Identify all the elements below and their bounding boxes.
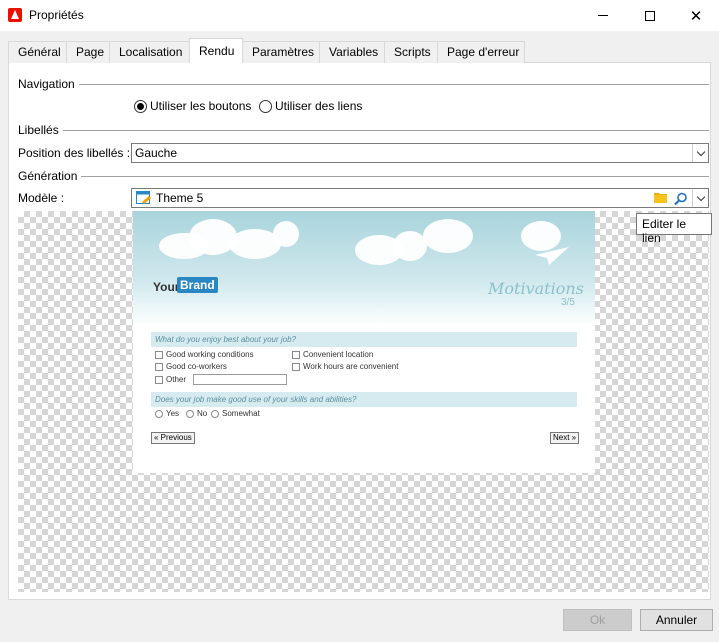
tab-rendu[interactable]: Rendu: [189, 38, 243, 63]
label-position-select[interactable]: Gauche: [131, 143, 709, 163]
tab-localisation[interactable]: Localisation: [109, 41, 190, 63]
radio-somewhat: Somewhat: [211, 409, 260, 418]
model-dropdown-button[interactable]: [692, 189, 708, 207]
checkbox-icon: [155, 350, 163, 359]
minimize-button[interactable]: [580, 0, 626, 31]
choice-label: Good co-workers: [166, 362, 227, 371]
radio-unselected-icon: [259, 99, 272, 113]
choice-label: Work hours are convenient: [303, 362, 399, 371]
radio-icon: [186, 409, 194, 418]
theme-icon: [136, 191, 151, 204]
maximize-button[interactable]: [627, 0, 673, 31]
maximize-icon: [645, 10, 655, 21]
label-position-dropdown-button[interactable]: [692, 144, 708, 162]
radio-icon: [211, 409, 219, 418]
checkbox-good-working-conditions: Good working conditions: [155, 350, 254, 359]
paper-plane-icon: [535, 247, 569, 265]
other-text-input: [193, 374, 288, 385]
question-1: What do you enjoy best about your job?: [151, 332, 577, 347]
minimize-icon: [598, 15, 608, 16]
search-icon[interactable]: [674, 192, 688, 206]
checkbox-work-hours: Work hours are convenient: [292, 362, 398, 371]
choice-label: No: [197, 409, 208, 418]
checkbox-icon: [155, 375, 163, 384]
label-position-value: Gauche: [135, 146, 178, 160]
chevron-down-icon: [696, 147, 705, 156]
navigation-divider: [18, 84, 709, 85]
choice-label: Yes: [166, 409, 180, 418]
tab-scripts[interactable]: Scripts: [384, 41, 438, 63]
generation-divider: [18, 176, 709, 177]
checkbox-convenient-location: Convenient location: [292, 350, 373, 359]
close-icon: ✕: [689, 7, 703, 25]
model-combobox[interactable]: Theme 5: [131, 188, 709, 208]
adobe-app-icon: [8, 8, 22, 22]
model-label: Modèle :: [18, 191, 65, 205]
question-2: Does your job make good use of your skil…: [151, 392, 577, 407]
tab-page-erreur[interactable]: Page d'erreur: [437, 41, 525, 63]
tab-general[interactable]: Général: [8, 41, 67, 63]
cloud-decoration: [423, 219, 473, 253]
preview-title: Motivations: [488, 279, 584, 298]
choice-label: Good working conditions: [166, 350, 254, 359]
cloud-decoration: [273, 221, 299, 247]
folder-icon[interactable]: [654, 192, 668, 204]
tab-page[interactable]: Page: [66, 41, 110, 63]
cancel-button[interactable]: Annuler: [640, 609, 713, 631]
chevron-down-icon: [696, 192, 705, 201]
generation-section-title: Génération: [18, 169, 82, 183]
checkbox-icon: [292, 350, 300, 359]
label-position-label: Position des libellés :: [18, 146, 131, 160]
brand-logo: Brand: [177, 277, 218, 293]
radio-no: No: [186, 409, 207, 418]
radio-selected-icon: [134, 99, 147, 113]
preview-pager: 3/5: [561, 297, 575, 308]
checkbox-icon: [292, 362, 300, 371]
navigation-section-title: Navigation: [18, 77, 79, 91]
choice-label: Convenient location: [303, 350, 374, 359]
preview-previous-button: « Previous: [151, 432, 195, 444]
edit-link-tooltip: Editer le lien: [636, 213, 712, 245]
brand-your-text: Your: [153, 280, 180, 294]
radio-use-links-label: Utiliser des liens: [275, 99, 363, 113]
radio-icon: [155, 409, 163, 418]
choice-label: Other: [166, 375, 187, 384]
theme-preview: Your Brand Motivations 3/5 What do you e…: [133, 211, 595, 473]
ok-button[interactable]: Ok: [563, 609, 632, 631]
radio-use-buttons-label: Utiliser les boutons: [150, 99, 252, 113]
cloud-decoration: [393, 231, 427, 261]
preview-next-button: Next »: [550, 432, 580, 444]
labels-divider: [18, 130, 709, 131]
tab-variables[interactable]: Variables: [319, 41, 385, 63]
labels-section-title: Libellés: [18, 123, 63, 137]
window-title: Propriétés: [29, 8, 84, 22]
checkbox-other: Other: [155, 374, 288, 385]
cloud-decoration: [189, 219, 237, 255]
checkbox-good-co-workers: Good co-workers: [155, 362, 227, 371]
checkbox-icon: [155, 362, 163, 371]
radio-use-buttons[interactable]: Utiliser les boutons: [134, 99, 251, 113]
tab-parametres[interactable]: Paramètres: [242, 41, 320, 63]
model-value: Theme 5: [156, 191, 204, 205]
radio-use-links[interactable]: Utiliser des liens: [259, 99, 362, 113]
radio-yes: Yes: [155, 409, 179, 418]
choice-label: Somewhat: [222, 409, 260, 418]
close-button[interactable]: ✕: [673, 0, 719, 31]
